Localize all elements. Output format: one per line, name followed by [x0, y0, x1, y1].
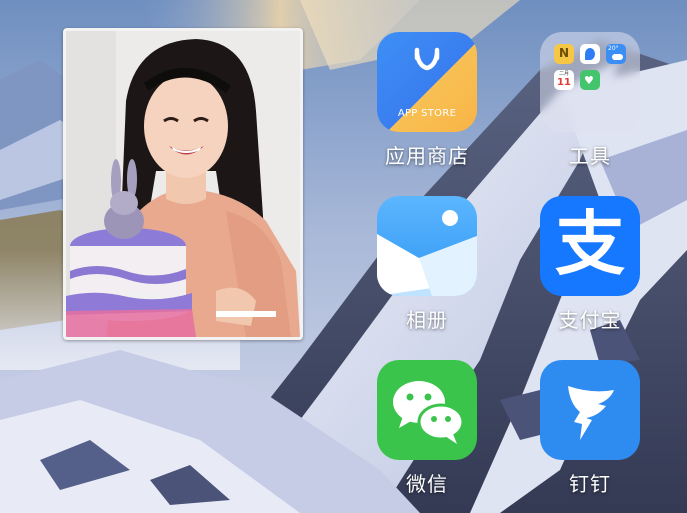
weather-mini-icon: 20° — [606, 44, 626, 64]
alipay-glyph: 支 — [555, 203, 625, 285]
dingtalk-icon[interactable] — [540, 360, 640, 460]
weather-mini-temp: 20° — [608, 45, 619, 52]
app-store-icon[interactable]: APP STORE — [377, 32, 477, 132]
wechat-label: 微信 — [406, 472, 448, 496]
alipay-icon[interactable]: 支 — [540, 196, 640, 296]
notes-mini-letter: N — [558, 46, 570, 60]
calendar-mini-header: 二月 — [558, 71, 569, 77]
app-store-icon-text: APP STORE — [397, 108, 457, 119]
photos-icon[interactable] — [377, 196, 477, 296]
app-store-label: 应用商店 — [385, 144, 469, 168]
dingtalk-label: 钉钉 — [569, 472, 611, 496]
portrait-photo — [66, 31, 300, 337]
wechat-icon[interactable] — [377, 360, 477, 460]
tools-folder-icon[interactable]: N 20° 二月 11 ♥ — [540, 32, 640, 132]
photos-label: 相册 — [406, 308, 448, 332]
notes-mini-icon: N — [554, 44, 574, 64]
calendar-mini-day: 11 — [557, 77, 571, 88]
alipay-label: 支付宝 — [558, 308, 622, 332]
calendar-mini-icon: 二月 11 — [554, 70, 574, 90]
browser-mini-icon — [580, 44, 600, 64]
photo-widget[interactable] — [63, 28, 303, 340]
tools-folder-label: 工具 — [569, 144, 611, 168]
health-mini-icon: ♥ — [580, 70, 600, 90]
